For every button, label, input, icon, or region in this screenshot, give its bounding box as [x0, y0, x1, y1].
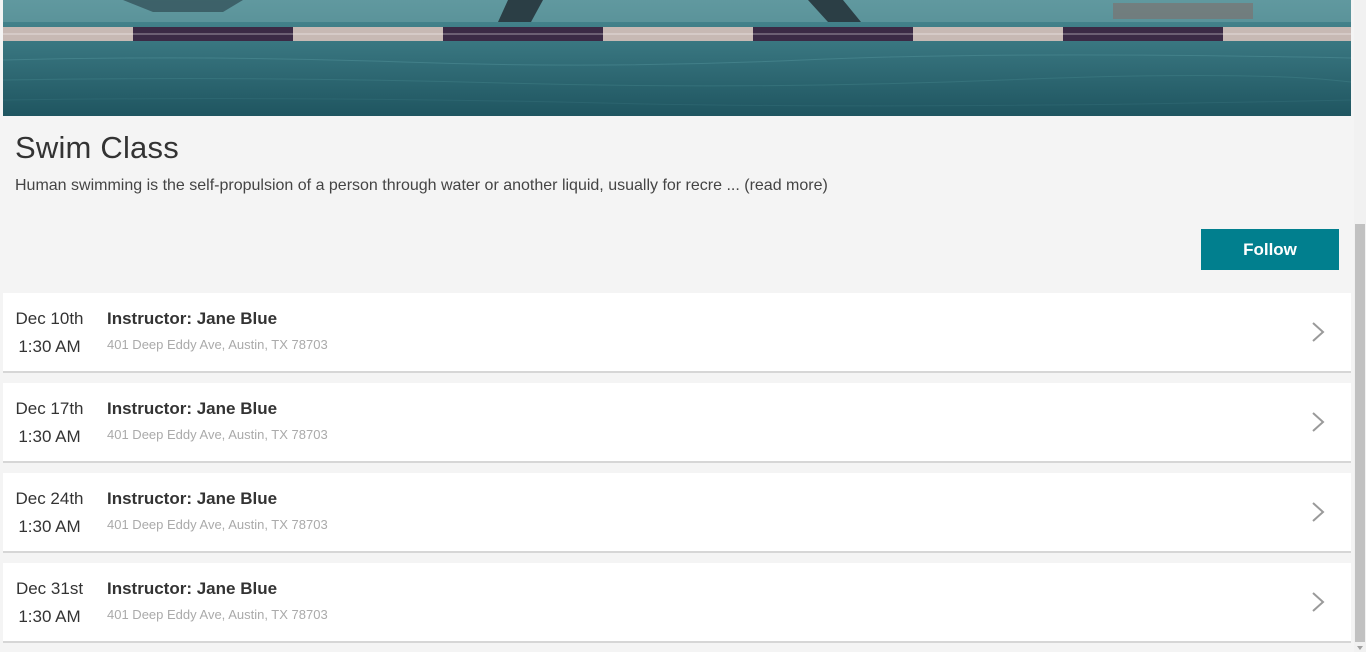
chevron-right-icon[interactable] — [1311, 591, 1325, 613]
event-item[interactable]: Dec 31st 1:30 AM Instructor: Jane Blue 4… — [3, 563, 1351, 643]
event-address: 401 Deep Eddy Ave, Austin, TX 78703 — [107, 607, 328, 622]
event-address: 401 Deep Eddy Ave, Austin, TX 78703 — [107, 337, 328, 352]
event-info: Instructor: Jane Blue 401 Deep Eddy Ave,… — [107, 309, 328, 352]
event-time: 1:30 AM — [18, 517, 81, 536]
event-time: 1:30 AM — [18, 607, 81, 626]
class-description: Human swimming is the self-propulsion of… — [15, 177, 828, 195]
event-item[interactable]: Dec 10th 1:30 AM Instructor: Jane Blue 4… — [3, 293, 1351, 373]
event-info: Instructor: Jane Blue 401 Deep Eddy Ave,… — [107, 399, 328, 442]
pool-illustration — [3, 0, 1351, 116]
event-day: Dec 24th — [15, 489, 84, 508]
description-text: Human swimming is the self-propulsion of… — [15, 177, 723, 194]
event-list: Dec 10th 1:30 AM Instructor: Jane Blue 4… — [3, 293, 1351, 652]
event-address: 401 Deep Eddy Ave, Austin, TX 78703 — [107, 427, 328, 442]
vertical-scrollbar[interactable] — [1354, 0, 1366, 652]
scroll-down-arrow-icon[interactable] — [1357, 646, 1363, 650]
page-title: Swim Class — [15, 130, 179, 165]
page-content: Swim Class Human swimming is the self-pr… — [0, 0, 1354, 652]
chevron-right-icon[interactable] — [1311, 411, 1325, 433]
read-more-link[interactable]: (read more) — [744, 177, 828, 194]
event-address: 401 Deep Eddy Ave, Austin, TX 78703 — [107, 517, 328, 532]
event-instructor: Instructor: Jane Blue — [107, 489, 278, 508]
follow-button[interactable]: Follow — [1201, 229, 1339, 270]
event-instructor: Instructor: Jane Blue — [107, 309, 278, 328]
event-day: Dec 17th — [15, 399, 84, 418]
event-time: 1:30 AM — [18, 337, 81, 356]
event-item[interactable]: Dec 17th 1:30 AM Instructor: Jane Blue 4… — [3, 383, 1351, 463]
event-info: Instructor: Jane Blue 401 Deep Eddy Ave,… — [107, 489, 328, 532]
event-instructor: Instructor: Jane Blue — [107, 399, 278, 418]
page: Swim Class Human swimming is the self-pr… — [0, 0, 1366, 652]
event-item[interactable]: Dec 24th 1:30 AM Instructor: Jane Blue 4… — [3, 473, 1351, 553]
description-ellipsis: ... — [722, 177, 745, 194]
scrollbar-thumb[interactable] — [1355, 224, 1365, 642]
chevron-right-icon[interactable] — [1311, 321, 1325, 343]
event-info: Instructor: Jane Blue 401 Deep Eddy Ave,… — [107, 579, 328, 622]
chevron-right-icon[interactable] — [1311, 501, 1325, 523]
event-day: Dec 31st — [15, 579, 84, 598]
event-instructor: Instructor: Jane Blue — [107, 579, 278, 598]
hero-image — [3, 0, 1351, 116]
event-day: Dec 10th — [15, 309, 84, 328]
lane-rope — [3, 27, 1351, 41]
event-time: 1:30 AM — [18, 427, 81, 446]
